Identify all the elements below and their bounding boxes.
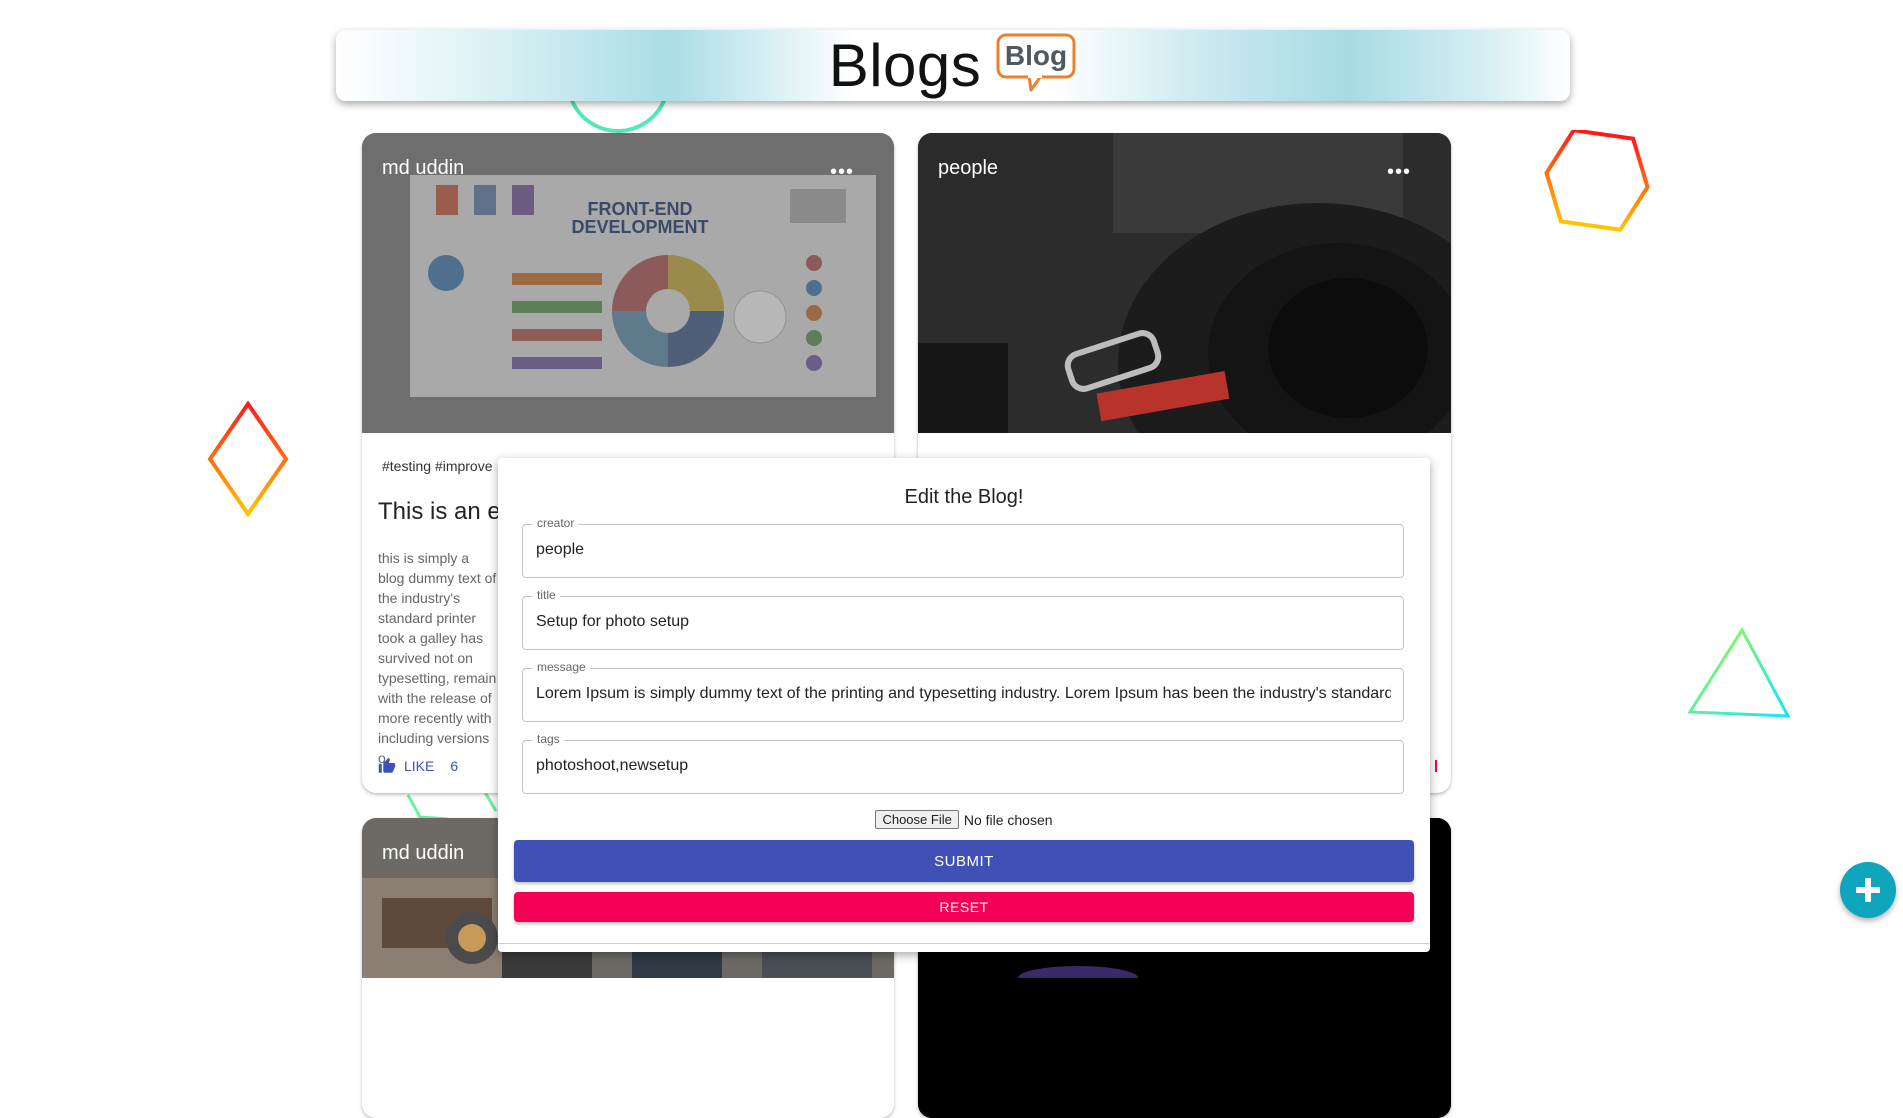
- choose-file-button[interactable]: Choose File: [875, 810, 959, 829]
- tags-label: tags: [533, 732, 564, 746]
- title-field[interactable]: title Setup for photo setup: [522, 588, 1404, 650]
- edit-blog-dialog: Edit the Blog! creator people title Setu…: [498, 458, 1430, 952]
- more-options-button[interactable]: •••: [830, 161, 854, 184]
- title-input[interactable]: Setup for photo setup: [536, 613, 1391, 631]
- infographic-headline-1: FRONT-END: [588, 199, 693, 219]
- hexagon-shape: [1544, 130, 1650, 232]
- more-options-button[interactable]: •••: [1387, 161, 1411, 184]
- plus-icon: [1856, 878, 1880, 902]
- file-status: No file chosen: [963, 811, 1053, 828]
- page-header: Blogs Blog: [336, 30, 1570, 101]
- message-label: message: [533, 660, 590, 674]
- like-count: 6: [450, 758, 459, 774]
- creator-label: creator: [533, 516, 579, 530]
- card-title: This is an e: [378, 498, 501, 525]
- dialog-title: Edit the Blog!: [904, 486, 1024, 508]
- like-label: LIKE: [404, 758, 435, 774]
- diamond-shape: [207, 400, 289, 518]
- reset-button[interactable]: RESET: [514, 892, 1414, 922]
- file-upload: Choose File No file chosen: [498, 810, 1430, 829]
- card-message: this is simply a blog dummy text of the …: [378, 550, 497, 766]
- blog-logo-icon: Blog: [996, 33, 1076, 91]
- infographic-headline-2: DEVELOPMENT: [571, 217, 708, 237]
- submit-button[interactable]: SUBMIT: [514, 840, 1414, 882]
- creator-field[interactable]: creator people: [522, 516, 1404, 578]
- message-input[interactable]: Lorem Ipsum is simply dummy text of the …: [536, 685, 1391, 703]
- title-label: title: [533, 588, 560, 602]
- message-field[interactable]: message Lorem Ipsum is simply dummy text…: [522, 660, 1404, 722]
- add-blog-button[interactable]: [1840, 862, 1896, 918]
- blog-logo-text: Blog: [1005, 40, 1067, 71]
- triangle-shape: [1687, 627, 1791, 718]
- card-tags: #testing #improve: [382, 458, 493, 474]
- card-author: md uddin: [382, 842, 465, 864]
- tags-field[interactable]: tags photoshoot,newsetup: [522, 732, 1404, 794]
- card-author: md uddin: [382, 157, 465, 179]
- thumb-up-icon: [378, 757, 396, 773]
- dialog-divider: [498, 943, 1430, 944]
- card-author: people: [938, 157, 999, 179]
- tags-input[interactable]: photoshoot,newsetup: [536, 757, 1391, 775]
- creator-input[interactable]: people: [536, 541, 1391, 559]
- page-title: Blogs: [828, 31, 982, 99]
- like-button[interactable]: LIKE 6: [378, 757, 458, 775]
